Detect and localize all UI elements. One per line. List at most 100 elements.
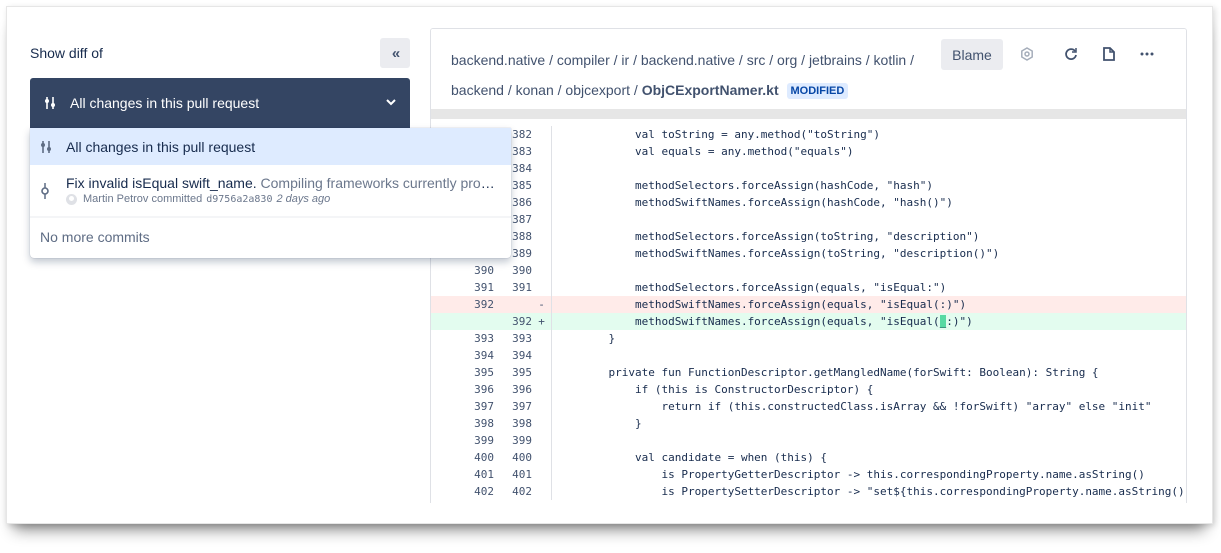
new-line-number[interactable]: 392 bbox=[494, 315, 532, 328]
code-text: val toString = any.method("toString") bbox=[582, 128, 881, 141]
diff-marker bbox=[532, 228, 552, 245]
diff-line: 398 398 } bbox=[431, 415, 1186, 432]
commit-title: Fix invalid isEqual swift_name. bbox=[66, 175, 257, 191]
refresh-icon[interactable] bbox=[1061, 43, 1083, 65]
diff-line: 401 401 is PropertyGetterDescriptor -> th… bbox=[431, 466, 1186, 483]
file-header: backend.native / compiler / ir / backend… bbox=[431, 29, 1186, 109]
old-line-number[interactable]: 397 bbox=[431, 400, 494, 413]
diff-line: 388 methodSelectors.forceAssign(toString… bbox=[431, 228, 1186, 245]
commit-author: Martin Petrov bbox=[83, 193, 149, 205]
no-more-commits: No more commits bbox=[40, 229, 150, 245]
diff-line: 389 methodSwiftNames.forceAssign(toStrin… bbox=[431, 245, 1186, 262]
old-line-number[interactable]: 394 bbox=[431, 349, 494, 362]
diff-line: 392 + methodSwiftNames.forceAssign(equals… bbox=[431, 313, 1186, 330]
old-line-number[interactable]: 398 bbox=[431, 417, 494, 430]
new-line-number[interactable]: 400 bbox=[494, 451, 532, 464]
diff-code: 382 val toString = any.method("toString"… bbox=[431, 126, 1186, 500]
new-line-number[interactable]: 398 bbox=[494, 417, 532, 430]
new-line-number[interactable]: 393 bbox=[494, 332, 532, 345]
new-line-number[interactable]: 390 bbox=[494, 264, 532, 277]
code-text: } bbox=[582, 417, 642, 430]
diff-line: 386 methodSwiftNames.forceAssign(hashCod… bbox=[431, 194, 1186, 211]
diff-marker bbox=[532, 364, 552, 381]
diff-line: 387 bbox=[431, 211, 1186, 228]
diff-marker bbox=[532, 466, 552, 483]
commit-description: Compiling frameworks currently prod... bbox=[260, 175, 498, 191]
code-text: methodSelectors.forceAssign(hashCode, "h… bbox=[582, 179, 933, 192]
dropdown-item-all-changes[interactable]: All changes in this pull request bbox=[30, 128, 511, 165]
diff-line: 400 400 val candidate = when (this) { bbox=[431, 449, 1186, 466]
more-icon[interactable] bbox=[1136, 43, 1158, 65]
new-line-number[interactable]: 402 bbox=[494, 485, 532, 498]
new-line-number[interactable]: 395 bbox=[494, 366, 532, 379]
new-line-number[interactable]: 391 bbox=[494, 281, 532, 294]
collapse-sidebar-button[interactable]: « bbox=[380, 38, 410, 68]
diff-marker bbox=[532, 279, 552, 296]
diff-marker bbox=[532, 211, 552, 228]
diff-marker bbox=[532, 245, 552, 262]
avatar bbox=[66, 193, 77, 205]
diff-marker: + bbox=[532, 313, 552, 330]
code-text: if (this is ConstructorDescriptor) { bbox=[582, 383, 874, 396]
old-line-number[interactable]: 393 bbox=[431, 332, 494, 345]
new-line-number[interactable]: 399 bbox=[494, 434, 532, 447]
selector-label: All changes in this pull request bbox=[70, 95, 260, 111]
diff-icon bbox=[40, 140, 54, 154]
diff-marker bbox=[532, 415, 552, 432]
diff-line: 383 val equals = any.method("equals") bbox=[431, 143, 1186, 160]
diff-marker bbox=[532, 398, 552, 415]
status-badge: MODIFIED bbox=[786, 83, 849, 99]
old-line-number[interactable]: 401 bbox=[431, 468, 494, 481]
blame-button[interactable]: Blame bbox=[941, 39, 1003, 70]
diff-icon bbox=[44, 96, 58, 110]
code-text: val candidate = when (this) { bbox=[582, 451, 828, 464]
diff-marker bbox=[532, 262, 552, 279]
diff-scope-selector[interactable]: All changes in this pull request bbox=[30, 78, 410, 128]
diff-line: 402 402 is PropertySetterDescriptor -> "s… bbox=[431, 483, 1186, 500]
old-line-number[interactable]: 399 bbox=[431, 434, 494, 447]
new-line-number[interactable]: 397 bbox=[494, 400, 532, 413]
old-line-number[interactable]: 402 bbox=[431, 485, 494, 498]
commit-hash[interactable]: d9756a2a830 bbox=[206, 194, 272, 205]
commit-action: committed bbox=[151, 193, 203, 205]
diff-line: 399 399 bbox=[431, 432, 1186, 449]
old-line-number[interactable]: 391 bbox=[431, 281, 494, 294]
code-text: return if (this.constructedClass.isArray… bbox=[582, 400, 1152, 413]
chevron-down-icon bbox=[386, 97, 396, 109]
diff-marker bbox=[532, 194, 552, 211]
code-text: val equals = any.method("equals") bbox=[582, 145, 854, 158]
code-text: methodSelectors.forceAssign(toString, "d… bbox=[582, 230, 980, 243]
diff-marker bbox=[532, 347, 552, 364]
settings-icon[interactable] bbox=[1016, 43, 1038, 65]
old-line-number[interactable]: 395 bbox=[431, 366, 494, 379]
inline-change-highlight: _ bbox=[939, 315, 947, 328]
diff-marker: - bbox=[532, 296, 552, 313]
new-line-number[interactable]: 401 bbox=[494, 468, 532, 481]
code-text: is PropertyGetterDescriptor -> this.corr… bbox=[582, 468, 1145, 481]
diff-line: 395 395 private fun FunctionDescriptor.ge… bbox=[431, 364, 1186, 381]
code-text: methodSwiftNames.forceAssign(equals, "is… bbox=[582, 315, 973, 328]
diff-line: 382 val toString = any.method("toString"… bbox=[431, 126, 1186, 143]
old-line-number[interactable]: 392 bbox=[431, 298, 494, 311]
diff-line: 385 methodSelectors.forceAssign(hashCode… bbox=[431, 177, 1186, 194]
code-text: private fun FunctionDescriptor.getMangle… bbox=[582, 366, 1099, 379]
diff-marker bbox=[532, 330, 552, 347]
new-line-number[interactable]: 394 bbox=[494, 349, 532, 362]
diff-line: 391 391 methodSelectors.forceAssign(equal… bbox=[431, 279, 1186, 296]
diff-line: 396 396 if (this is ConstructorDescriptor… bbox=[431, 381, 1186, 398]
diff-marker bbox=[532, 381, 552, 398]
commit-icon bbox=[40, 183, 54, 199]
new-line-number[interactable]: 396 bbox=[494, 383, 532, 396]
code-text: methodSwiftNames.forceAssign(hashCode, "… bbox=[582, 196, 953, 209]
show-diff-label: Show diff of bbox=[30, 45, 103, 61]
old-line-number[interactable]: 396 bbox=[431, 383, 494, 396]
old-line-number[interactable]: 390 bbox=[431, 264, 494, 277]
diff-line: 394 394 bbox=[431, 347, 1186, 364]
code-text: methodSwiftNames.forceAssign(equals, "is… bbox=[582, 298, 967, 311]
file-icon[interactable] bbox=[1098, 43, 1120, 65]
dropdown-item-commit[interactable]: Fix invalid isEqual swift_name. Compilin… bbox=[30, 165, 511, 218]
diff-line: 393 393 } bbox=[431, 330, 1186, 347]
old-line-number[interactable]: 400 bbox=[431, 451, 494, 464]
diff-separator-edge bbox=[431, 109, 1186, 119]
diff-marker bbox=[532, 126, 552, 143]
